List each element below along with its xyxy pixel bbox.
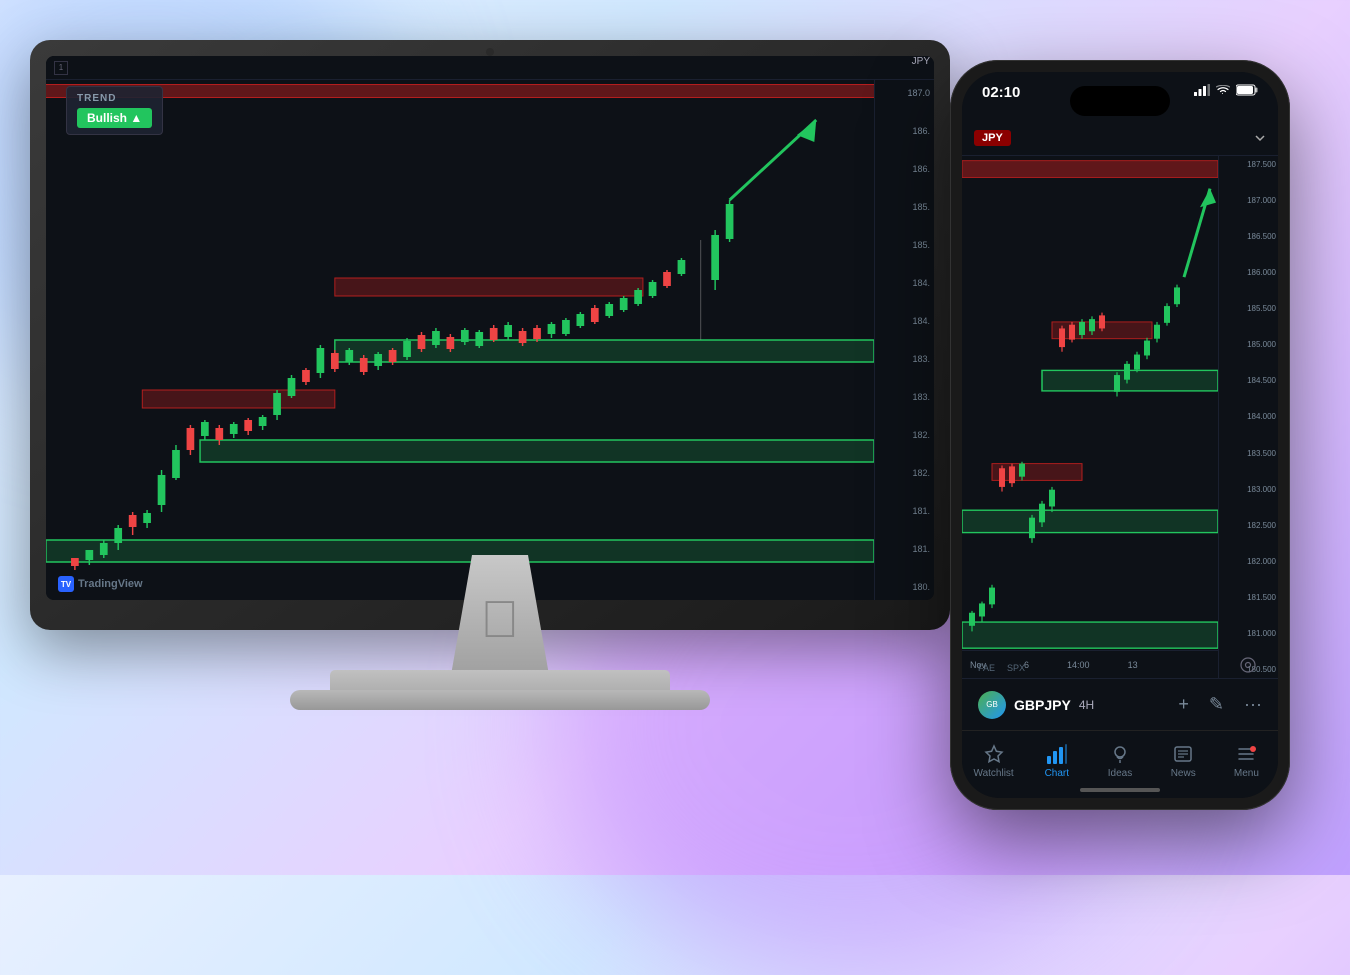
watchlist-icon: [982, 742, 1006, 766]
chart-area: 1 JPY TREND Bullish ▲ 187.0 186. 186. 18…: [46, 56, 934, 600]
price-tick-14: 180.: [879, 582, 930, 592]
price-tick-13: 181.: [879, 544, 930, 554]
chart-indicator: 1: [54, 61, 68, 75]
phone-tick-11: 182.500: [1221, 521, 1276, 530]
currency-label: JPY: [908, 56, 934, 67]
trend-arrow: [730, 120, 817, 200]
symbol-info: GB GBPJPY 4H: [978, 691, 1094, 719]
nav-news[interactable]: News: [1152, 742, 1215, 779]
price-tick-10: 182.: [879, 430, 930, 440]
price-tick-5: 185.: [879, 240, 930, 250]
phone-tick-6: 185.000: [1221, 340, 1276, 349]
phone-tick-9: 183.500: [1221, 449, 1276, 458]
phone-candlestick-svg: [962, 156, 1218, 678]
phone-price-scale: 187.500 187.000 186.500 186.000 185.500 …: [1218, 156, 1278, 678]
imac-device: 1 JPY TREND Bullish ▲ 187.0 186. 186. 18…: [30, 40, 970, 760]
nav-chart[interactable]: Chart: [1025, 742, 1088, 779]
home-indicator: [1080, 788, 1160, 792]
phone-tick-7: 184.500: [1221, 376, 1276, 385]
symbol-text: GBPJPY: [1014, 697, 1071, 713]
price-scale: 187.0 186. 186. 185. 185. 184. 184. 183.…: [874, 80, 934, 600]
price-tick-1: 187.0: [879, 88, 930, 98]
imac-stand-foot: [290, 690, 710, 710]
price-tick-4: 185.: [879, 202, 930, 212]
imac-screen: 1 JPY TREND Bullish ▲ 187.0 186. 186. 18…: [46, 56, 934, 600]
imac-screen-outer: 1 JPY TREND Bullish ▲ 187.0 186. 186. 18…: [30, 40, 950, 630]
phone-tick-1: 187.500: [1221, 160, 1276, 169]
status-icons: [1194, 84, 1258, 96]
phone-info-bar: GB GBPJPY 4H + ✎ ···: [962, 678, 1278, 730]
spy-label: SPX: [1007, 663, 1025, 673]
price-tick-8: 183.: [879, 354, 930, 364]
phone-tick-8: 184.000: [1221, 412, 1276, 421]
phone-tick-10: 183.000: [1221, 485, 1276, 494]
phone-tick-14: 181.000: [1221, 629, 1276, 638]
ideas-icon: [1108, 742, 1132, 766]
phone-tick-3: 186.500: [1221, 232, 1276, 241]
nav-menu[interactable]: Menu: [1215, 742, 1278, 779]
phone-tick-4: 186.000: [1221, 268, 1276, 277]
price-tick-9: 183.: [879, 392, 930, 402]
price-tick-6: 184.: [879, 278, 930, 288]
apple-logo: : [481, 590, 520, 650]
menu-icon: [1234, 742, 1258, 766]
nav-ideas[interactable]: Ideas: [1088, 742, 1151, 779]
pen-button[interactable]: ✎: [1209, 694, 1224, 715]
tradingview-logo: TV TradingView: [58, 576, 143, 592]
watchlist-label: Watchlist: [974, 768, 1014, 779]
phone-outer: 02:10: [950, 60, 1290, 810]
info-actions: + ✎ ···: [1178, 694, 1262, 715]
symbol-icon: GB: [978, 691, 1006, 719]
battery-icon: [1236, 84, 1258, 96]
phone-tick-13: 181.500: [1221, 593, 1276, 602]
wifi-icon: [1216, 85, 1230, 95]
phone-tick-2: 187.000: [1221, 196, 1276, 205]
phone-chart-header: JPY: [962, 120, 1278, 156]
ideas-label: Ideas: [1108, 768, 1132, 779]
phone-device: 02:10: [950, 60, 1290, 810]
news-icon: [1171, 742, 1195, 766]
phone-chart-area: JPY 187.500 187.000 186.500 186.000 185.…: [962, 120, 1278, 678]
tradingview-text: TradingView: [78, 578, 143, 590]
tv-icon: TV: [58, 576, 74, 592]
timeframe-label: 4H: [1079, 698, 1094, 712]
nav-watchlist[interactable]: Watchlist: [962, 742, 1025, 779]
chart-label: Chart: [1045, 768, 1069, 779]
symbol-secondary-labels: FAE SPX: [978, 658, 1262, 678]
add-button[interactable]: +: [1178, 694, 1189, 715]
phone-tick-12: 182.000: [1221, 557, 1276, 566]
news-label: News: [1171, 768, 1196, 779]
phone-time: 02:10: [982, 84, 1020, 101]
signal-icon: [1194, 84, 1210, 96]
dropdown-icon: [1254, 132, 1266, 144]
candles-left: [71, 200, 733, 570]
chart-header: 1 JPY: [46, 56, 934, 80]
imac-camera: [486, 48, 494, 56]
price-tick-11: 182.: [879, 468, 930, 478]
fae-label: FAE: [978, 663, 995, 673]
chart-icon: [1045, 742, 1069, 766]
dynamic-island: [1070, 86, 1170, 116]
menu-label: Menu: [1234, 768, 1259, 779]
jpy-badge: JPY: [974, 130, 1011, 146]
price-tick-2: 186.: [879, 126, 930, 136]
price-tick-7: 184.: [879, 316, 930, 326]
more-button[interactable]: ···: [1244, 694, 1262, 715]
price-tick-3: 186.: [879, 164, 930, 174]
candlestick-svg: [46, 80, 874, 600]
phone-screen: 02:10: [962, 72, 1278, 798]
phone-tick-5: 185.500: [1221, 304, 1276, 313]
price-tick-12: 181.: [879, 506, 930, 516]
